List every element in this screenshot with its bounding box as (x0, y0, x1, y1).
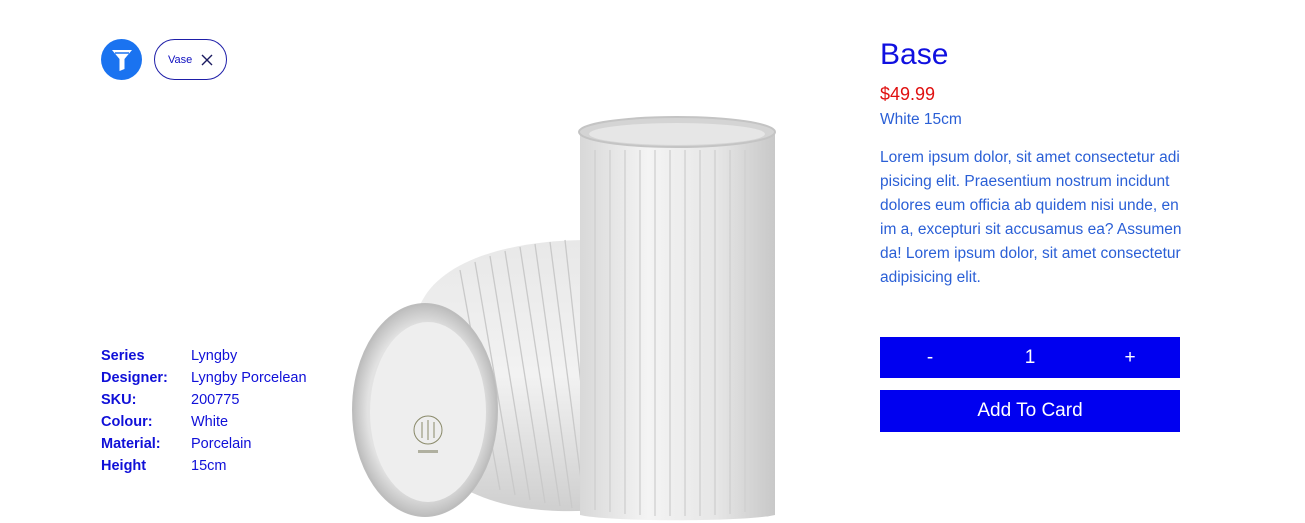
spec-value: White (191, 414, 229, 430)
spec-key: Colour: (101, 414, 153, 430)
spec-value: Porcelain (191, 436, 252, 452)
product-price: $49.99 (880, 84, 936, 104)
funnel-icon (111, 49, 132, 71)
filter-button[interactable] (101, 39, 142, 80)
close-icon[interactable] (200, 53, 214, 67)
quantity-stepper[interactable]: - 1 + (880, 337, 1180, 378)
spec-row: Material: Porcelain (101, 433, 307, 455)
spec-row: SKU: 200775 (101, 389, 307, 411)
spec-value: 15cm (191, 458, 227, 474)
spec-list: Series Lyngby Designer: Lyngby Porcelean… (101, 345, 307, 477)
filter-chip-vase[interactable]: Vase (154, 39, 227, 80)
spec-key: Series (101, 348, 145, 364)
spec-row: Colour: White (101, 411, 307, 433)
spec-row: Height 15cm (101, 455, 307, 477)
spec-row: Designer: Lyngby Porcelean (101, 367, 307, 389)
product-title: Base (880, 38, 949, 71)
spec-key: Material: (101, 436, 161, 452)
spec-key: SKU: (101, 392, 137, 408)
filter-chip-label: Vase (168, 53, 193, 66)
product-image (350, 110, 800, 523)
spec-value: Lyngby (191, 348, 238, 364)
product-description: Lorem ipsum dolor, sit amet consectetur … (880, 149, 1182, 286)
add-to-cart-button[interactable]: Add To Card (880, 390, 1180, 432)
quantity-value: 1 (1024, 346, 1036, 368)
decrement-button[interactable]: - (880, 347, 980, 369)
spec-key: Height (101, 458, 147, 474)
spec-value: 200775 (191, 392, 240, 408)
increment-button[interactable]: + (1080, 347, 1180, 369)
spec-row: Series Lyngby (101, 345, 307, 367)
product-variant: White 15cm (880, 111, 962, 128)
spec-key: Designer: (101, 370, 168, 386)
spec-value: Lyngby Porcelean (191, 370, 307, 386)
